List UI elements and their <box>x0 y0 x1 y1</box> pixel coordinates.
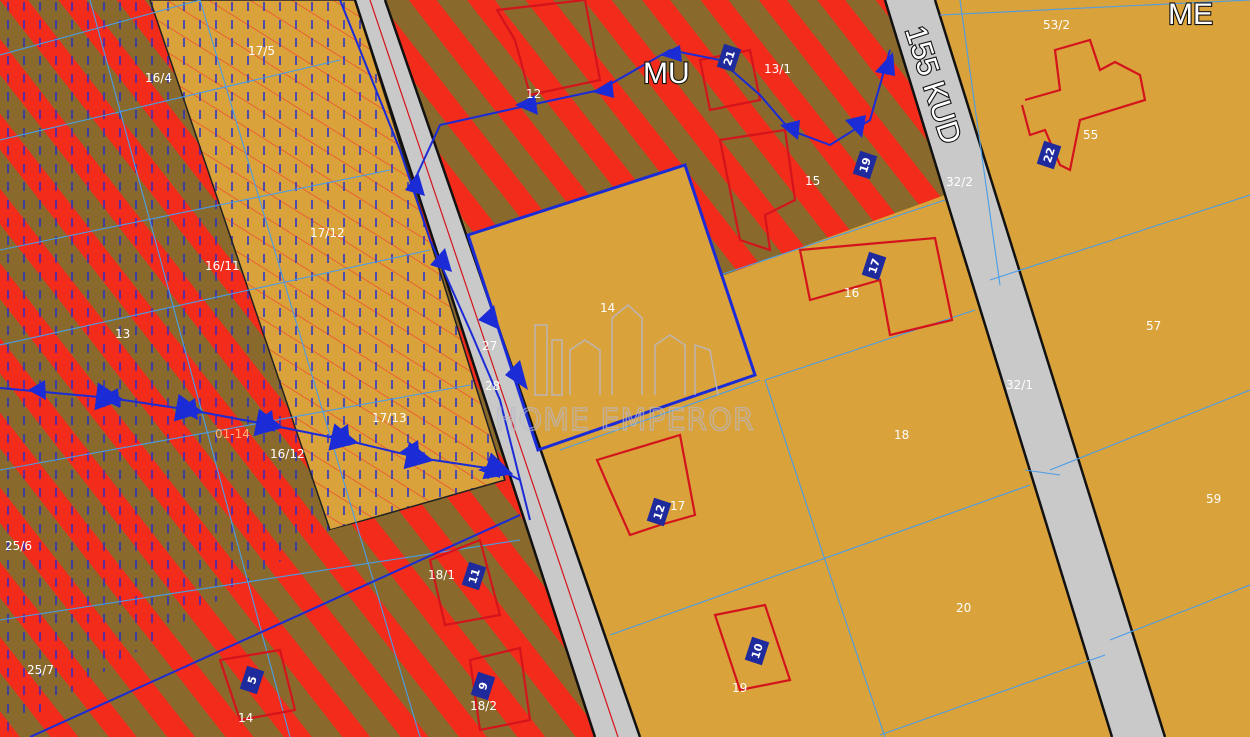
plot-label-17-5: 17/5 <box>248 44 275 58</box>
plot-label-32-1: 32/1 <box>1006 378 1033 392</box>
zone-label-mu: MU <box>643 57 690 90</box>
plot-label-17-13: 17/13 <box>372 411 407 425</box>
plot-label-18: 18 <box>894 428 909 442</box>
plot-label-14: 14 <box>600 301 615 315</box>
plot-label-12: 12 <box>526 87 541 101</box>
plot-label-16: 16 <box>844 286 859 300</box>
plot-label-17-12: 17/12 <box>310 226 345 240</box>
plot-label-20: 20 <box>956 601 971 615</box>
plot-label-25-6: 25/6 <box>5 539 32 553</box>
plot-label-19: 19 <box>732 681 747 695</box>
plot-label-59: 59 <box>1206 492 1221 506</box>
plot-label-57: 57 <box>1146 319 1161 333</box>
zone-label-me: ME <box>1168 0 1213 31</box>
plot-label-55: 55 <box>1083 128 1098 142</box>
plot-label-16-4: 16/4 <box>145 71 172 85</box>
plot-label-01-14: 01-14 <box>215 427 250 441</box>
plot-label-14-bottom: 14 <box>238 711 253 725</box>
plot-label-18-1: 18/1 <box>428 568 455 582</box>
plot-label-13-1: 13/1 <box>764 62 791 76</box>
plot-label-25-7: 25/7 <box>27 663 54 677</box>
plot-label-32-2: 32/2 <box>946 175 973 189</box>
plot-label-16-12: 16/12 <box>270 447 305 461</box>
plot-label-28: 28 <box>485 379 500 393</box>
map-canvas: HOME EMPEROR MU ME 155 KUD 17/5 16/4 17/… <box>0 0 1250 737</box>
cadastral-zoning-map[interactable]: HOME EMPEROR MU ME 155 KUD 17/5 16/4 17/… <box>0 0 1250 737</box>
watermark-text: HOME EMPEROR <box>495 403 755 438</box>
plot-label-17: 17 <box>670 499 685 513</box>
plot-label-27: 27 <box>482 339 497 353</box>
plot-label-16-11: 16/11 <box>205 259 240 273</box>
plot-label-13-left: 13 <box>115 327 130 341</box>
plot-label-53-2: 53/2 <box>1043 18 1070 32</box>
plot-label-15: 15 <box>805 174 820 188</box>
plot-label-18-2: 18/2 <box>470 699 497 713</box>
